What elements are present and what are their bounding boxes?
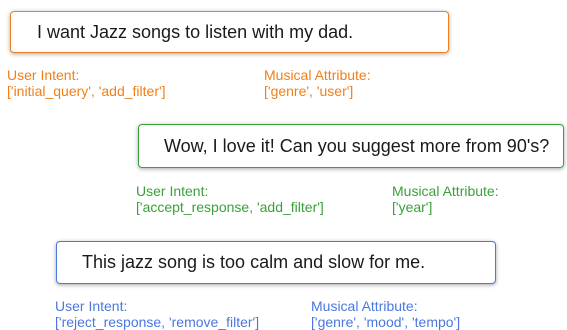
musical-attribute-value-3: ['genre', 'mood', 'tempo'] bbox=[311, 314, 461, 330]
musical-attribute-label-3: Musical Attribute: bbox=[311, 298, 418, 314]
musical-attribute-1: Musical Attribute: ['genre', 'user'] bbox=[264, 67, 371, 99]
user-intent-1: User Intent: ['initial_query', 'add_filt… bbox=[7, 67, 166, 99]
user-intent-label-2: User Intent: bbox=[136, 183, 209, 199]
utterance-bubble-2: Wow, I love it! Can you suggest more fro… bbox=[138, 124, 564, 168]
user-intent-label-3: User Intent: bbox=[55, 298, 128, 314]
utterance-text-2: Wow, I love it! Can you suggest more fro… bbox=[164, 135, 550, 156]
utterance-text-1: I want Jazz songs to listen with my dad. bbox=[37, 21, 354, 42]
user-intent-value-1: ['initial_query', 'add_filter'] bbox=[7, 83, 166, 99]
musical-attribute-value-1: ['genre', 'user'] bbox=[264, 83, 354, 99]
musical-attribute-label-2: Musical Attribute: bbox=[392, 183, 499, 199]
musical-attribute-value-2: ['year'] bbox=[392, 199, 433, 215]
musical-attribute-label-1: Musical Attribute: bbox=[264, 67, 371, 83]
musical-attribute-3: Musical Attribute: ['genre', 'mood', 'te… bbox=[311, 298, 460, 330]
utterance-bubble-1: I want Jazz songs to listen with my dad. bbox=[10, 11, 449, 53]
user-intent-2: User Intent: ['accept_response, 'add_fil… bbox=[136, 183, 324, 215]
musical-attribute-2: Musical Attribute: ['year'] bbox=[392, 183, 499, 215]
utterance-bubble-3: This jazz song is too calm and slow for … bbox=[56, 241, 496, 284]
utterance-text-3: This jazz song is too calm and slow for … bbox=[82, 252, 426, 272]
user-intent-value-3: ['reject_response, 'remove_filter'] bbox=[55, 314, 260, 330]
user-intent-label-1: User Intent: bbox=[7, 67, 80, 83]
user-intent-3: User Intent: ['reject_response, 'remove_… bbox=[55, 298, 259, 330]
user-intent-value-2: ['accept_response, 'add_filter'] bbox=[136, 199, 324, 215]
